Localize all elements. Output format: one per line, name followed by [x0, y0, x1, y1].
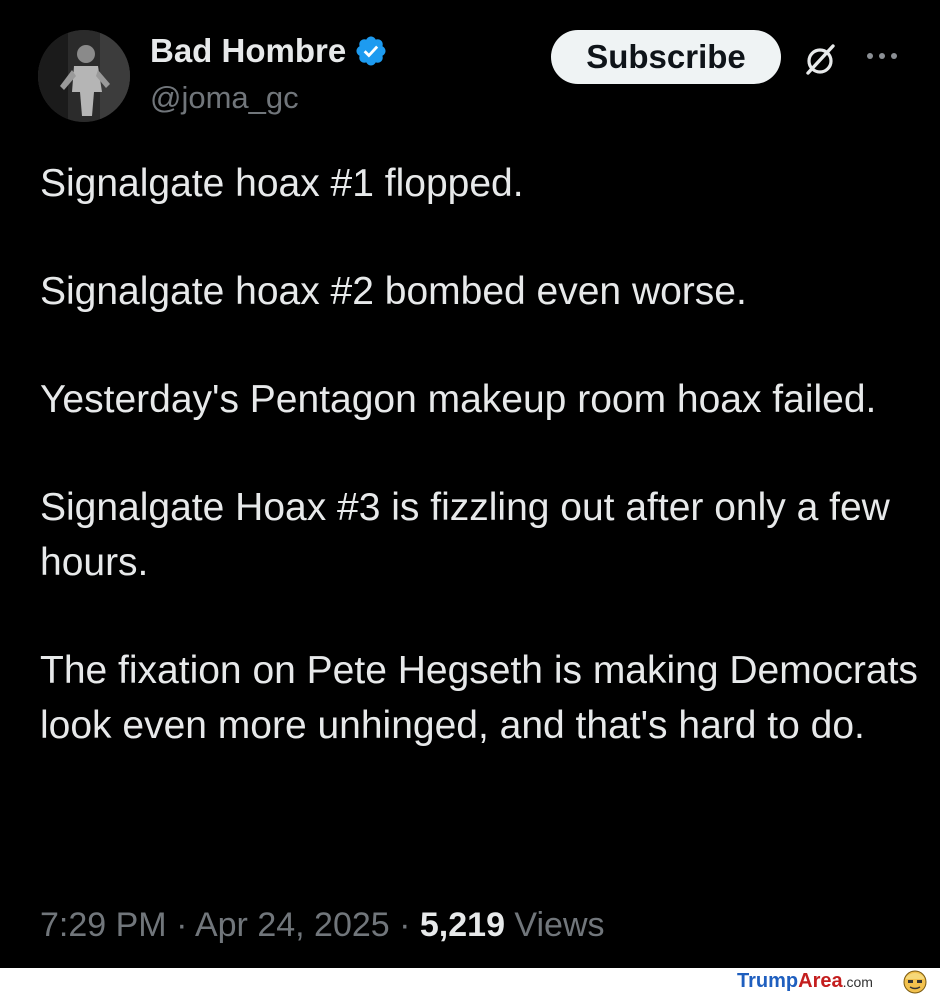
tweet-paragraph: Signalgate hoax #1 flopped. [40, 162, 524, 205]
views-count[interactable]: 5,219 [420, 906, 505, 944]
tweet-paragraph: Signalgate Hoax #3 is fizzling out after… [40, 486, 890, 584]
tweet-paragraph: Yesterday's Pentagon makeup room hoax fa… [40, 378, 877, 421]
watermark-face-icon [902, 969, 928, 994]
meta-separator: · [389, 906, 420, 944]
more-options-icon[interactable] [862, 46, 902, 66]
watermark-part-trump: Trump [737, 970, 799, 992]
tweet-text: Signalgate hoax #1 flopped. Signalgate h… [40, 156, 920, 753]
tweet-date[interactable]: Apr 24, 2025 [195, 906, 390, 944]
subscribe-button[interactable]: Subscribe [551, 30, 781, 84]
tweet-card: Bad Hombre @joma_gc Subscribe Signalgate… [0, 0, 940, 968]
author-handle[interactable]: @joma_gc [150, 80, 299, 116]
tweet-paragraph: The fixation on Pete Hegseth is making D… [40, 649, 918, 747]
meta-separator: · [166, 906, 195, 944]
tweet-meta: 7:29 PM · Apr 24, 2025 · 5,219 Views [40, 906, 605, 945]
watermark-part-area: Area [798, 970, 843, 992]
grok-icon[interactable] [800, 40, 840, 80]
avatar[interactable] [38, 30, 130, 122]
views-label: Views [504, 906, 605, 944]
watermark-text: TrumpArea.com [737, 970, 873, 993]
tweet-time[interactable]: 7:29 PM [40, 906, 167, 944]
tweet-paragraph: Signalgate hoax #2 bombed even worse. [40, 270, 747, 313]
verified-badge-icon [354, 34, 388, 68]
watermark-part-com: .com [842, 974, 873, 990]
watermark-bar: TrumpArea.com [0, 968, 940, 995]
author-name-row: Bad Hombre [150, 32, 388, 70]
author-display-name[interactable]: Bad Hombre [150, 32, 346, 70]
